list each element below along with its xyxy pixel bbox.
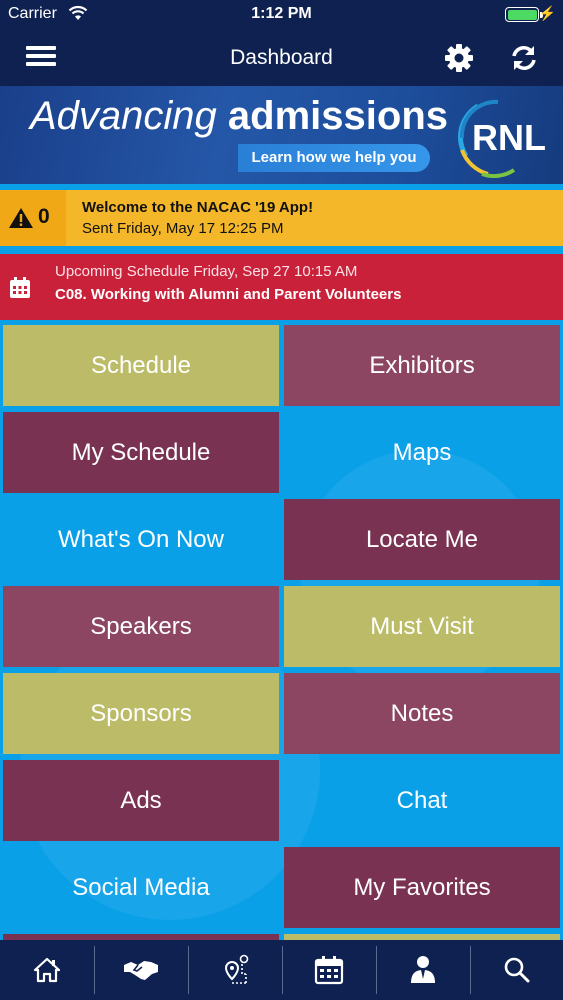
page-title: Dashboard [230, 46, 333, 69]
tile-whats-on-now[interactable]: What's On Now [3, 499, 279, 580]
notification-alert[interactable]: 0 Welcome to the NACAC '19 App! Sent Fri… [0, 190, 563, 246]
tile-label: What's On Now [58, 525, 224, 553]
ad-headline: Advancing admissions [30, 94, 448, 139]
gear-icon[interactable] [443, 42, 475, 74]
warning-icon [9, 208, 33, 228]
tile-exhibitors[interactable]: Exhibitors [284, 325, 560, 406]
rnl-logo-text: RNL [472, 117, 546, 158]
tile-schedule[interactable]: Schedule [3, 325, 279, 406]
tile-maps[interactable]: Maps [284, 412, 560, 493]
alert-count: 0 [38, 205, 50, 228]
tile-label: Chat [396, 786, 448, 814]
tile-label: Must Visit [370, 612, 474, 640]
tile-label: My Favorites [353, 873, 491, 901]
tile-locate-me[interactable]: Locate Me [284, 499, 560, 580]
tile-label: Ads [120, 786, 162, 814]
map-route-icon [224, 954, 249, 984]
calendar-icon [314, 956, 344, 985]
person-icon [411, 956, 435, 983]
tile-label: My Schedule [71, 438, 211, 466]
tile-label: Speakers [90, 612, 192, 640]
tile-notes[interactable]: Notes [284, 673, 560, 754]
tile-social-media[interactable]: Social Media [3, 847, 279, 928]
tile-speakers[interactable]: Speakers [3, 586, 279, 667]
clock: 1:12 PM [251, 5, 312, 22]
rnl-logo: RNL [458, 99, 546, 178]
tile-sponsors[interactable]: Sponsors [3, 673, 279, 754]
tab-bar [0, 940, 563, 1000]
tile-label: Sponsors [90, 699, 192, 727]
tile-must-visit[interactable]: Must Visit [284, 586, 560, 667]
tile-label: Notes [390, 699, 454, 727]
ad-cta-button[interactable]: Learn how we help you [238, 144, 430, 172]
ad-headline-light: Advancing [30, 94, 217, 138]
upcoming-session-title: C08. Working with Alumni and Parent Volu… [55, 286, 402, 303]
tile-label: Exhibitors [369, 351, 475, 379]
refresh-icon[interactable] [508, 42, 540, 74]
nav-bar: Dashboard [0, 30, 563, 86]
tile-ads[interactable]: Ads [3, 760, 279, 841]
alert-count-box: 0 [0, 190, 66, 246]
search-icon [504, 957, 530, 983]
tab-speakers[interactable] [376, 940, 470, 1000]
tab-home[interactable] [0, 940, 94, 1000]
tile-chat[interactable]: Chat [284, 760, 560, 841]
tile-my-schedule[interactable]: My Schedule [3, 412, 279, 493]
calendar-icon [10, 277, 30, 298]
tile-label: Schedule [90, 351, 192, 379]
bolt-icon: ⚡ [538, 5, 556, 21]
tab-schedule[interactable] [282, 940, 376, 1000]
tile-label: Maps [392, 438, 452, 466]
tile-my-favorites[interactable]: My Favorites [284, 847, 560, 928]
home-icon [33, 957, 61, 983]
battery-icon [505, 7, 539, 22]
tab-exhibitors[interactable] [94, 940, 188, 1000]
tab-maps[interactable] [188, 940, 282, 1000]
status-bar: Carrier 1:12 PM ⚡ [0, 0, 563, 30]
upcoming-time: Upcoming Schedule Friday, Sep 27 10:15 A… [55, 263, 358, 280]
divider [0, 246, 563, 254]
alert-title: Welcome to the NACAC '19 App! [82, 199, 314, 216]
handshake-icon [124, 961, 158, 980]
tab-search[interactable] [470, 940, 563, 1000]
tile-label: Social Media [72, 873, 210, 901]
tile-label: Locate Me [365, 525, 479, 553]
upcoming-schedule-banner[interactable]: Upcoming Schedule Friday, Sep 27 10:15 A… [0, 254, 563, 320]
alert-sent-time: Sent Friday, May 17 12:25 PM [82, 220, 284, 237]
ad-banner[interactable]: Advancing admissions Learn how we help y… [0, 86, 563, 184]
ad-headline-bold: admissions [227, 94, 448, 138]
dashboard-grid: Schedule Exhibitors My Schedule Maps Wha… [0, 320, 563, 940]
